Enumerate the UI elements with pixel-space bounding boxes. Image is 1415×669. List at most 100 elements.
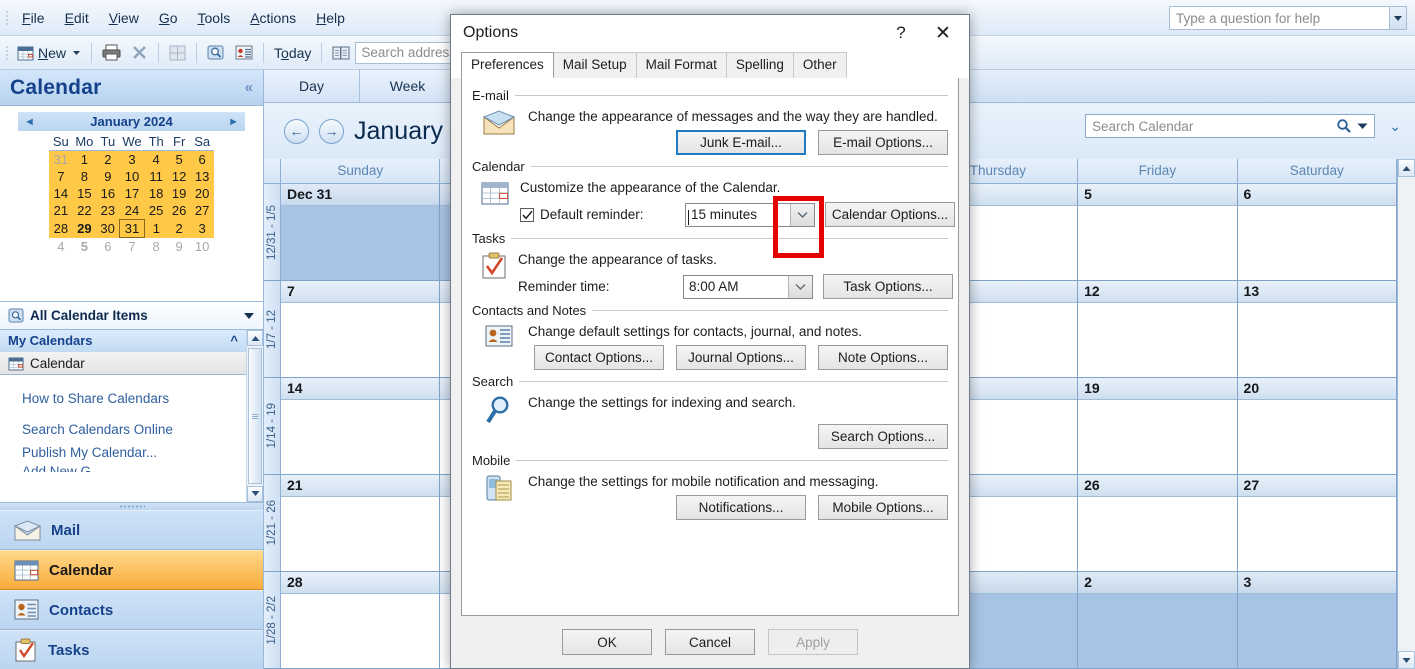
module-button-contacts[interactable]: Contacts	[0, 590, 263, 630]
toolbar-grip[interactable]	[3, 43, 12, 63]
mini-calendar-day[interactable]: 3	[190, 219, 214, 238]
nav-link[interactable]: Search Calendars Online	[0, 418, 246, 441]
mobile-options-button[interactable]: Mobile Options...	[818, 495, 948, 520]
dialog-tab-spelling[interactable]: Spelling	[725, 52, 794, 78]
mini-calendar-day[interactable]: 6	[190, 150, 214, 168]
mini-calendar-week[interactable]: 28 29 30 31 1 2 3	[49, 219, 214, 238]
calendar-day-cell[interactable]: 5	[1078, 184, 1238, 280]
grid-scroll-up-icon[interactable]	[1398, 159, 1415, 177]
view-grid-button[interactable]	[164, 40, 191, 66]
mini-calendar-day[interactable]: 16	[96, 185, 120, 202]
calendar-day-cell[interactable]: 20	[1237, 378, 1397, 474]
mini-calendar-week[interactable]: 14 15 16 17 18 19 20	[49, 185, 214, 202]
scroll-up-icon[interactable]	[247, 330, 263, 347]
calendar-day-cell[interactable]: 14	[281, 378, 441, 474]
calendar-day-body[interactable]	[281, 400, 439, 474]
mini-calendar-day[interactable]: 24	[119, 202, 145, 220]
menu-item-go[interactable]: Go	[149, 7, 188, 29]
search-icon[interactable]	[1333, 118, 1355, 134]
tab-day[interactable]: Day	[264, 70, 360, 102]
calendar-day-cell[interactable]: 13	[1237, 281, 1397, 377]
mini-calendar-day[interactable]: 2	[167, 219, 191, 238]
help-search-dropdown-arrow[interactable]	[1389, 7, 1406, 29]
menu-item-tools[interactable]: Tools	[188, 7, 241, 29]
next-month-icon[interactable]: ►	[228, 116, 239, 128]
notifications-button[interactable]: Notifications...	[676, 495, 806, 520]
calendar-grid-scrollbar[interactable]	[1397, 159, 1415, 669]
menu-item-actions[interactable]: Actions	[240, 7, 306, 29]
default-reminder-checkbox[interactable]	[520, 207, 534, 222]
week-label[interactable]: 12/31 - 1/5	[264, 184, 281, 280]
calendar-day-body[interactable]	[1078, 303, 1236, 377]
calendar-options-button[interactable]: Calendar Options...	[825, 202, 955, 227]
calendar-day-cell[interactable]: 7	[281, 281, 441, 377]
mini-calendar-day[interactable]: 9	[168, 238, 191, 256]
calendar-day-cell[interactable]: 27	[1237, 475, 1397, 571]
mini-calendar-day[interactable]: 7	[49, 168, 73, 185]
mini-calendar-day[interactable]: 13	[190, 168, 214, 185]
mini-calendar-day[interactable]: 10	[119, 168, 145, 185]
mini-calendar-day[interactable]: 31	[118, 219, 146, 238]
chevron-down-icon[interactable]	[243, 311, 255, 320]
menu-item-help[interactable]: Help	[306, 7, 355, 29]
task-options-button[interactable]: Task Options...	[823, 274, 953, 299]
mini-calendar-day[interactable]: 21	[49, 202, 73, 220]
next-period-button[interactable]: →	[319, 118, 344, 144]
today-button[interactable]: Today	[269, 40, 316, 66]
mini-calendar-day[interactable]: 6	[96, 238, 119, 256]
grid-scroll-down-icon[interactable]	[1398, 651, 1415, 669]
mini-calendar-day[interactable]: 2	[96, 150, 120, 168]
reminder-time-combo[interactable]: 8:00 AM	[683, 274, 813, 299]
dialog-help-icon[interactable]: ?	[881, 23, 921, 43]
nav-link[interactable]: Publish My Calendar...	[0, 441, 246, 464]
contact-options-button[interactable]: Contact Options...	[534, 345, 664, 370]
calendar-day-cell[interactable]: 19	[1078, 378, 1238, 474]
module-button-tasks[interactable]: Tasks	[0, 630, 263, 669]
collapse-group-icon[interactable]: ^	[230, 333, 238, 348]
mini-calendar-day[interactable]: 23	[96, 202, 120, 220]
mini-calendar-day[interactable]: 10	[191, 238, 214, 256]
expand-search-pane-icon[interactable]: ⌄	[1389, 118, 1401, 135]
mini-calendar-day[interactable]: 17	[119, 185, 145, 202]
mini-calendar-day[interactable]: 8	[145, 238, 168, 256]
calendar-list-scrollbar[interactable]	[246, 330, 263, 502]
help-search-box[interactable]: Type a question for help	[1169, 6, 1407, 30]
calendar-day-body[interactable]	[281, 497, 439, 571]
calendar-day-body[interactable]	[1078, 206, 1236, 280]
calendar-day-cell[interactable]: 21	[281, 475, 441, 571]
week-label[interactable]: 1/7 - 12	[264, 281, 281, 377]
mini-calendar-day[interactable]: 28	[49, 219, 73, 238]
nav-link[interactable]: How to Share Calendars	[0, 387, 246, 418]
mini-calendar-day[interactable]: 4	[144, 150, 168, 168]
search-options-button[interactable]: Search Options...	[818, 424, 948, 449]
mini-calendar-day[interactable]: 31	[49, 150, 73, 168]
search-options-arrow[interactable]	[1355, 122, 1374, 130]
nav-link-clipped[interactable]: Add New G…	[0, 464, 246, 472]
print-button[interactable]	[97, 40, 126, 66]
journal-options-button[interactable]: Journal Options...	[676, 345, 806, 370]
menu-item-edit[interactable]: Edit	[55, 7, 99, 29]
mini-calendar-day[interactable]: 3	[119, 150, 145, 168]
week-label[interactable]: 1/28 - 2/2	[264, 572, 281, 668]
calendar-day-body[interactable]	[1078, 594, 1237, 668]
address-card-button[interactable]	[230, 40, 258, 66]
mini-calendar-week[interactable]: 21 22 23 24 25 26 27	[49, 202, 214, 220]
mini-calendar-day[interactable]: 7	[119, 238, 144, 256]
mini-calendar-day[interactable]: 29	[72, 219, 97, 238]
mini-calendar-day[interactable]: 1	[72, 150, 97, 168]
scroll-down-icon[interactable]	[247, 485, 263, 502]
all-calendar-items-row[interactable]: All Calendar Items	[0, 302, 263, 330]
menu-item-view[interactable]: View	[99, 7, 149, 29]
week-label[interactable]: 1/21 - 26	[264, 475, 281, 571]
default-reminder-dropdown-arrow[interactable]	[790, 203, 814, 226]
calendar-day-cell[interactable]: Dec 31	[281, 184, 441, 280]
mini-calendar-day[interactable]: 27	[190, 202, 214, 220]
calendar-day-body[interactable]	[1238, 206, 1396, 280]
tab-week[interactable]: Week	[360, 70, 456, 102]
my-calendars-header[interactable]: My Calendars ^	[0, 330, 246, 352]
mini-calendar-day[interactable]: 18	[144, 185, 168, 202]
dialog-tab-mail-format[interactable]: Mail Format	[635, 52, 727, 78]
calendar-day-cell[interactable]: 2	[1078, 572, 1238, 668]
calendar-day-cell[interactable]: 26	[1078, 475, 1238, 571]
previous-period-button[interactable]: ←	[284, 118, 309, 144]
